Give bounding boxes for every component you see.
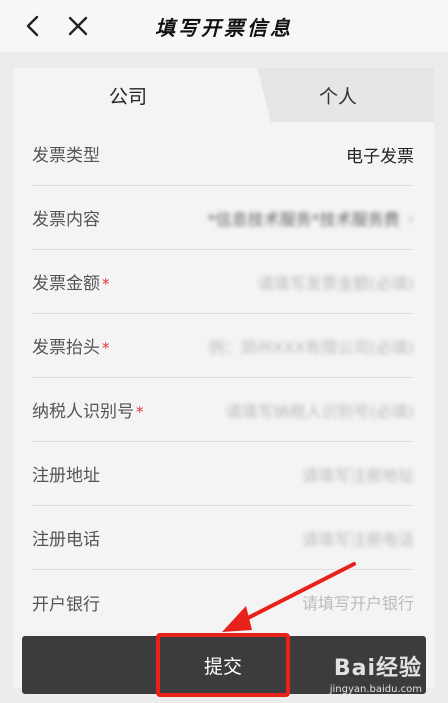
field-taxpayer-id[interactable]: 纳税人识别号 * 请填写纳税人识别号(必填) — [32, 378, 414, 442]
submit-button[interactable]: 提交 — [156, 633, 290, 697]
field-registered-address[interactable]: 注册地址 请填写注册地址 — [32, 442, 414, 506]
field-label: 注册地址 — [32, 466, 100, 486]
chevron-right-icon: › — [407, 208, 414, 228]
registered-address-input[interactable]: 请填写注册地址 — [302, 442, 414, 506]
required-mark: * — [102, 275, 110, 293]
watermark-url: jingyan.baidu.com — [329, 684, 422, 695]
bank-input[interactable]: 请填写开户银行 — [302, 570, 414, 634]
invoice-amount-input[interactable]: 请填写发票金额(必填) — [258, 250, 415, 314]
field-invoice-content[interactable]: 发票内容 *信息技术服务*技术服务费 › — [32, 186, 414, 250]
field-label: 纳税人识别号 * — [32, 402, 144, 422]
field-label: 发票抬头 * — [32, 338, 110, 358]
field-invoice-type[interactable]: 发票类型 电子发票 — [32, 122, 414, 186]
field-label: 发票金额 * — [32, 274, 110, 294]
taxpayer-id-input[interactable]: 请填写纳税人识别号(必填) — [226, 378, 415, 442]
tab-personal[interactable]: 个人 — [242, 68, 434, 122]
watermark: Bai经验 jingyan.baidu.com — [330, 650, 422, 695]
tab-company[interactable]: 公司 — [14, 68, 242, 122]
invoice-card: 公司 个人 发票类型 电子发票 发票内容 *信息技术服务*技术服务费 › 发票金… — [14, 68, 434, 688]
invoice-type-tabs: 公司 个人 — [14, 68, 434, 122]
registered-phone-input[interactable]: 请填写注册电话 — [302, 506, 414, 570]
field-label: 发票类型 — [32, 146, 100, 166]
watermark-logo: Bai经验 — [333, 656, 422, 681]
field-bank[interactable]: 开户银行 请填写开户银行 — [32, 570, 414, 634]
field-registered-phone[interactable]: 注册电话 请填写注册电话 — [32, 506, 414, 570]
nav-bar: 填写开票信息 — [0, 0, 448, 52]
required-mark: * — [102, 339, 110, 357]
invoice-content-value: *信息技术服务*技术服务费 › — [208, 186, 414, 250]
invoice-content-text: *信息技术服务*技术服务费 — [207, 210, 400, 229]
required-mark: * — [136, 403, 144, 421]
invoice-type-value: 电子发票 — [346, 146, 414, 167]
invoice-form: 发票类型 电子发票 发票内容 *信息技术服务*技术服务费 › 发票金额 * 请填写… — [32, 122, 414, 634]
page-title: 填写开票信息 — [155, 16, 293, 40]
field-invoice-amount[interactable]: 发票金额 * 请填写发票金额(必填) — [32, 250, 414, 314]
invoice-title-input[interactable]: 例：郑州XXX有限公司(必填) — [209, 314, 414, 378]
field-invoice-title[interactable]: 发票抬头 * 例：郑州XXX有限公司(必填) — [32, 314, 414, 378]
field-label: 注册电话 — [32, 530, 100, 550]
field-label: 开户银行 — [32, 594, 100, 615]
field-label: 发票内容 — [32, 210, 100, 230]
